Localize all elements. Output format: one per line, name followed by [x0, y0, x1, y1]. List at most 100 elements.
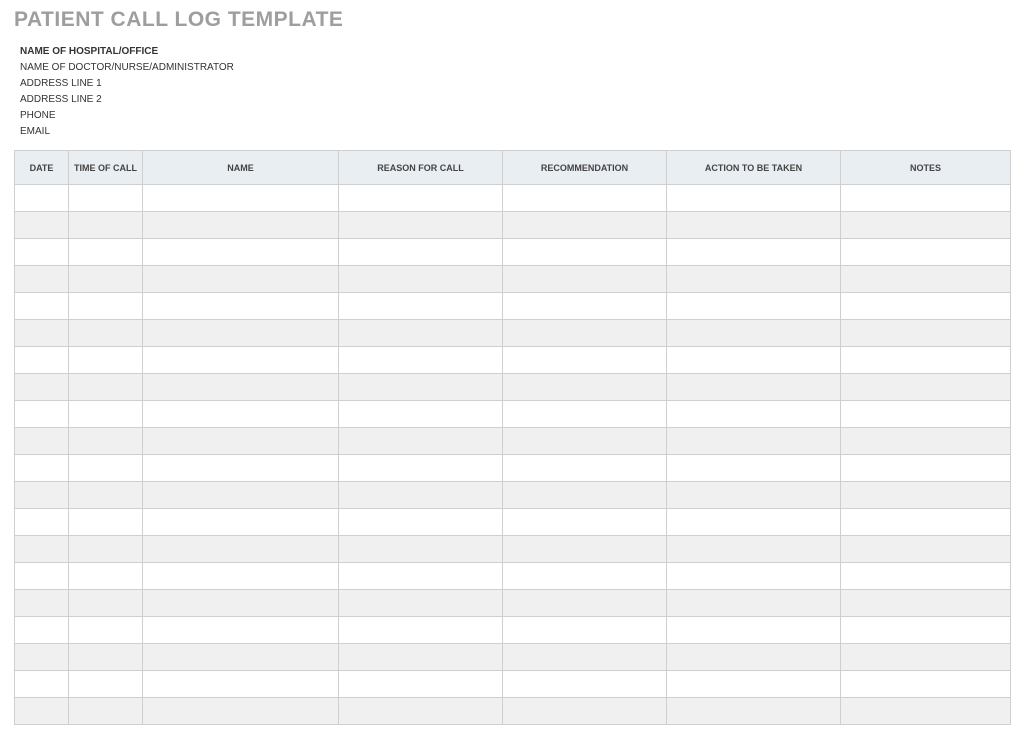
cell-reason[interactable] [339, 617, 503, 644]
cell-time[interactable] [69, 320, 143, 347]
cell-reason[interactable] [339, 293, 503, 320]
cell-date[interactable] [15, 509, 69, 536]
cell-name[interactable] [143, 266, 339, 293]
cell-reason[interactable] [339, 509, 503, 536]
cell-action[interactable] [667, 320, 841, 347]
cell-notes[interactable] [841, 563, 1011, 590]
cell-time[interactable] [69, 671, 143, 698]
cell-name[interactable] [143, 212, 339, 239]
cell-time[interactable] [69, 617, 143, 644]
cell-time[interactable] [69, 401, 143, 428]
cell-reason[interactable] [339, 455, 503, 482]
cell-reason[interactable] [339, 590, 503, 617]
cell-time[interactable] [69, 698, 143, 725]
cell-notes[interactable] [841, 644, 1011, 671]
cell-reason[interactable] [339, 401, 503, 428]
cell-recommendation[interactable] [503, 293, 667, 320]
cell-date[interactable] [15, 320, 69, 347]
cell-reason[interactable] [339, 698, 503, 725]
cell-notes[interactable] [841, 239, 1011, 266]
cell-reason[interactable] [339, 239, 503, 266]
cell-name[interactable] [143, 536, 339, 563]
cell-reason[interactable] [339, 536, 503, 563]
cell-name[interactable] [143, 563, 339, 590]
cell-name[interactable] [143, 185, 339, 212]
cell-time[interactable] [69, 590, 143, 617]
cell-reason[interactable] [339, 563, 503, 590]
cell-recommendation[interactable] [503, 347, 667, 374]
cell-date[interactable] [15, 212, 69, 239]
cell-reason[interactable] [339, 374, 503, 401]
cell-action[interactable] [667, 563, 841, 590]
cell-time[interactable] [69, 644, 143, 671]
cell-date[interactable] [15, 671, 69, 698]
cell-time[interactable] [69, 212, 143, 239]
cell-time[interactable] [69, 266, 143, 293]
cell-action[interactable] [667, 401, 841, 428]
cell-time[interactable] [69, 428, 143, 455]
cell-notes[interactable] [841, 455, 1011, 482]
cell-date[interactable] [15, 644, 69, 671]
cell-date[interactable] [15, 698, 69, 725]
cell-time[interactable] [69, 347, 143, 374]
cell-reason[interactable] [339, 347, 503, 374]
cell-recommendation[interactable] [503, 455, 667, 482]
cell-notes[interactable] [841, 698, 1011, 725]
cell-time[interactable] [69, 374, 143, 401]
cell-recommendation[interactable] [503, 185, 667, 212]
cell-name[interactable] [143, 428, 339, 455]
cell-date[interactable] [15, 590, 69, 617]
cell-reason[interactable] [339, 185, 503, 212]
cell-action[interactable] [667, 509, 841, 536]
cell-time[interactable] [69, 185, 143, 212]
cell-name[interactable] [143, 239, 339, 266]
cell-date[interactable] [15, 266, 69, 293]
cell-date[interactable] [15, 536, 69, 563]
cell-recommendation[interactable] [503, 428, 667, 455]
cell-notes[interactable] [841, 617, 1011, 644]
cell-action[interactable] [667, 455, 841, 482]
cell-action[interactable] [667, 482, 841, 509]
cell-date[interactable] [15, 563, 69, 590]
cell-time[interactable] [69, 563, 143, 590]
cell-notes[interactable] [841, 212, 1011, 239]
cell-action[interactable] [667, 644, 841, 671]
cell-name[interactable] [143, 698, 339, 725]
cell-name[interactable] [143, 617, 339, 644]
cell-action[interactable] [667, 590, 841, 617]
cell-name[interactable] [143, 590, 339, 617]
cell-recommendation[interactable] [503, 698, 667, 725]
cell-name[interactable] [143, 347, 339, 374]
cell-notes[interactable] [841, 320, 1011, 347]
cell-recommendation[interactable] [503, 617, 667, 644]
cell-time[interactable] [69, 455, 143, 482]
cell-action[interactable] [667, 293, 841, 320]
cell-notes[interactable] [841, 401, 1011, 428]
cell-name[interactable] [143, 509, 339, 536]
cell-notes[interactable] [841, 293, 1011, 320]
cell-action[interactable] [667, 185, 841, 212]
cell-date[interactable] [15, 185, 69, 212]
cell-action[interactable] [667, 347, 841, 374]
cell-recommendation[interactable] [503, 536, 667, 563]
cell-notes[interactable] [841, 185, 1011, 212]
cell-notes[interactable] [841, 509, 1011, 536]
cell-date[interactable] [15, 428, 69, 455]
cell-reason[interactable] [339, 266, 503, 293]
cell-name[interactable] [143, 644, 339, 671]
cell-recommendation[interactable] [503, 590, 667, 617]
cell-recommendation[interactable] [503, 671, 667, 698]
cell-action[interactable] [667, 239, 841, 266]
cell-date[interactable] [15, 617, 69, 644]
cell-action[interactable] [667, 698, 841, 725]
cell-reason[interactable] [339, 644, 503, 671]
cell-time[interactable] [69, 293, 143, 320]
cell-recommendation[interactable] [503, 482, 667, 509]
cell-recommendation[interactable] [503, 239, 667, 266]
cell-name[interactable] [143, 401, 339, 428]
cell-notes[interactable] [841, 266, 1011, 293]
cell-time[interactable] [69, 536, 143, 563]
cell-action[interactable] [667, 266, 841, 293]
cell-time[interactable] [69, 509, 143, 536]
cell-recommendation[interactable] [503, 509, 667, 536]
